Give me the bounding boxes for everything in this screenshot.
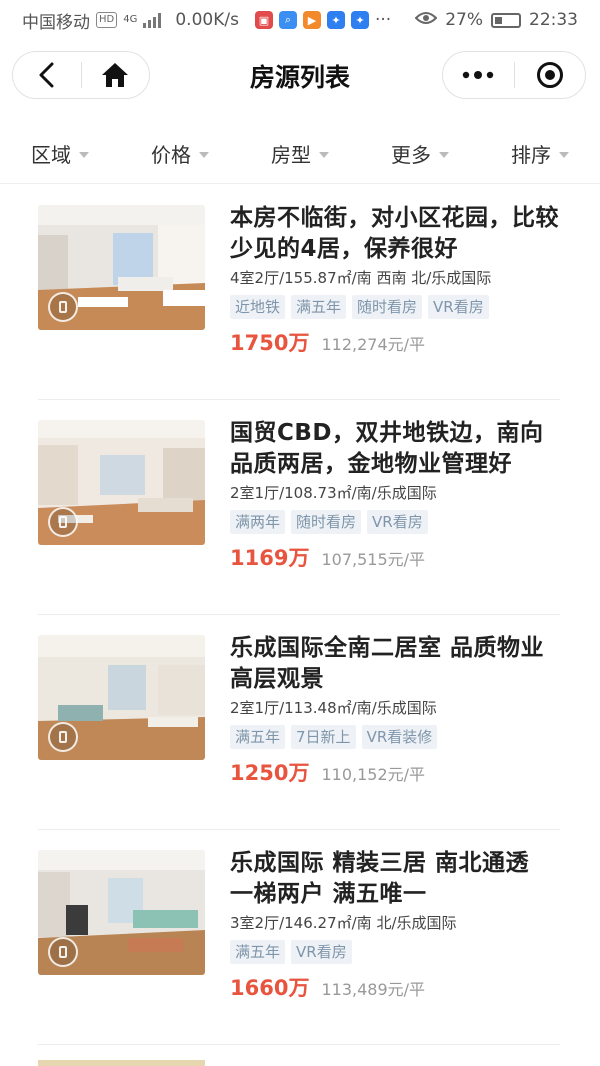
- unit-price: 112,274元/平: [321, 335, 426, 354]
- battery-percent: 27%: [445, 10, 483, 30]
- more-notifications: ···: [374, 10, 392, 30]
- divider: [38, 1044, 560, 1045]
- listing-photo: [38, 205, 205, 330]
- price-row: 1250万 110,152元/平: [230, 757, 560, 787]
- listing-tag: VR看房: [367, 510, 428, 534]
- unit-price: 107,515元/平: [321, 550, 426, 569]
- app-notification-icon: ▣: [254, 11, 273, 29]
- target-close-icon: [536, 62, 563, 88]
- listing-tag: 7日新上: [291, 725, 356, 749]
- filter-more[interactable]: 更多: [360, 139, 480, 168]
- eye-icon: [414, 10, 438, 31]
- vr-badge-icon: [48, 722, 78, 752]
- unit-price: 110,152元/平: [321, 765, 426, 784]
- listing-tag: VR看房: [291, 940, 352, 964]
- listing-photo: [38, 850, 205, 975]
- listing-title: 本房不临街，对小区花园，比较少见的4居，保养很好: [230, 205, 559, 262]
- video-app-icon: ▶: [302, 11, 321, 29]
- listing-card[interactable]: 乐成国际全南二居室 品质物业 高层观景 2室1厅/113.48㎡/南/乐成国际 …: [0, 615, 600, 830]
- listing-info: 本房不临街，对小区花园，比较少见的4居，保养很好 4室2厅/155.87㎡/南 …: [230, 203, 560, 357]
- network-type: 4G: [123, 14, 138, 25]
- total-price: 1750万: [230, 331, 310, 355]
- unit-price: 113,489元/平: [321, 980, 426, 999]
- carrier-label: 中国移动: [22, 12, 90, 33]
- listing-meta: 2室1厅/108.73㎡/南/乐成国际: [230, 484, 437, 502]
- back-button[interactable]: [13, 52, 81, 98]
- price-row: 1169万 107,515元/平: [230, 542, 560, 572]
- caret-down-icon: [199, 151, 209, 158]
- listing-meta: 2室1厅/113.48㎡/南/乐成国际: [230, 699, 437, 717]
- listing-photo: [38, 635, 205, 760]
- filter-sort[interactable]: 排序: [480, 139, 600, 168]
- nav-left-capsule: [12, 51, 150, 99]
- listing-title: 国贸CBD，双井地铁边，南向品质两居，金地物业管理好: [230, 420, 544, 477]
- listing-info: 乐成国际全南二居室 品质物业 高层观景 2室1厅/113.48㎡/南/乐成国际 …: [230, 633, 560, 787]
- listing-info: 国贸CBD，双井地铁边，南向品质两居，金地物业管理好 2室1厅/108.73㎡/…: [230, 418, 560, 572]
- status-bar: 中国移动 HD 4G 0.00K/s ▣ ⌕ ▶ ✦ ✦ ··· 27% 22:…: [0, 0, 600, 40]
- caret-down-icon: [559, 151, 569, 158]
- next-listing-photo-peek: [38, 1060, 205, 1066]
- listing-photo: [38, 420, 205, 545]
- chevron-left-icon: [39, 62, 54, 88]
- bulb-app-icon-2: ✦: [350, 11, 369, 29]
- listing-card[interactable]: 国贸CBD，双井地铁边，南向品质两居，金地物业管理好 2室1厅/108.73㎡/…: [0, 400, 600, 615]
- listing-list: 本房不临街，对小区花园，比较少见的4居，保养很好 4室2厅/155.87㎡/南 …: [0, 185, 600, 1045]
- listing-tag: 随时看房: [291, 510, 362, 534]
- vr-badge-icon: [48, 507, 78, 537]
- filter-bar: 区域 价格 房型 更多 排序: [0, 124, 600, 184]
- listing-tags: 近地铁 满五年 随时看房 VR看房: [230, 295, 560, 319]
- filter-area[interactable]: 区域: [0, 139, 120, 168]
- filter-label: 价格: [151, 143, 191, 167]
- filter-label: 更多: [391, 143, 431, 167]
- price-row: 1750万 112,274元/平: [230, 327, 560, 357]
- listing-tag: 满五年: [291, 295, 347, 319]
- listing-tags: 满两年 随时看房 VR看房: [230, 510, 560, 534]
- home-icon: [102, 63, 129, 87]
- listing-card[interactable]: 乐成国际 精装三居 南北通透 一梯两户 满五唯一 3室2厅/146.27㎡/南 …: [0, 830, 600, 1045]
- nav-bar: 房源列表: [0, 40, 600, 114]
- caret-down-icon: [319, 151, 329, 158]
- more-menu-button[interactable]: [443, 52, 514, 98]
- caret-down-icon: [79, 151, 89, 158]
- listing-meta: 4室2厅/155.87㎡/南 西南 北/乐成国际: [230, 269, 492, 287]
- bulb-app-icon: ✦: [326, 11, 345, 29]
- listing-tag: VR看装修: [361, 725, 438, 749]
- listing-tags: 满五年 7日新上 VR看装修: [230, 725, 560, 749]
- listing-tag: 满五年: [230, 940, 286, 964]
- filter-label: 排序: [511, 143, 551, 167]
- caret-down-icon: [439, 151, 449, 158]
- signal-icon: [143, 12, 162, 28]
- listing-title: 乐成国际 精装三居 南北通透 一梯两户 满五唯一: [230, 850, 530, 907]
- hd-badge: HD: [96, 12, 118, 28]
- listing-meta: 3室2厅/146.27㎡/南 北/乐成国际: [230, 914, 457, 932]
- net-speed: 0.00K/s: [175, 10, 239, 30]
- listing-card[interactable]: 本房不临街，对小区花园，比较少见的4居，保养很好 4室2厅/155.87㎡/南 …: [0, 185, 600, 400]
- listing-tags: 满五年 VR看房: [230, 940, 560, 964]
- listing-tag: 随时看房: [352, 295, 423, 319]
- vr-badge-icon: [48, 292, 78, 322]
- listing-tag: VR看房: [428, 295, 489, 319]
- filter-label: 房型: [271, 143, 311, 167]
- listing-tag: 满五年: [230, 725, 286, 749]
- filter-label: 区域: [31, 143, 71, 167]
- listing-tag: 满两年: [230, 510, 286, 534]
- filter-layout[interactable]: 房型: [240, 139, 360, 168]
- clock: 22:33: [529, 10, 578, 30]
- listing-title: 乐成国际全南二居室 品质物业 高层观景: [230, 635, 545, 692]
- search-app-icon: ⌕: [278, 11, 297, 29]
- total-price: 1169万: [230, 546, 310, 570]
- close-miniprogram-button[interactable]: [515, 52, 586, 98]
- listing-info: 乐成国际 精装三居 南北通透 一梯两户 满五唯一 3室2厅/146.27㎡/南 …: [230, 848, 560, 1002]
- vr-badge-icon: [48, 937, 78, 967]
- price-row: 1660万 113,489元/平: [230, 972, 560, 1002]
- more-dots-icon: [463, 71, 494, 79]
- listing-tag: 近地铁: [230, 295, 286, 319]
- home-button[interactable]: [82, 52, 150, 98]
- battery-icon: [491, 12, 521, 28]
- total-price: 1660万: [230, 976, 310, 1000]
- nav-right-capsule: [442, 51, 586, 99]
- total-price: 1250万: [230, 761, 310, 785]
- filter-price[interactable]: 价格: [120, 139, 240, 168]
